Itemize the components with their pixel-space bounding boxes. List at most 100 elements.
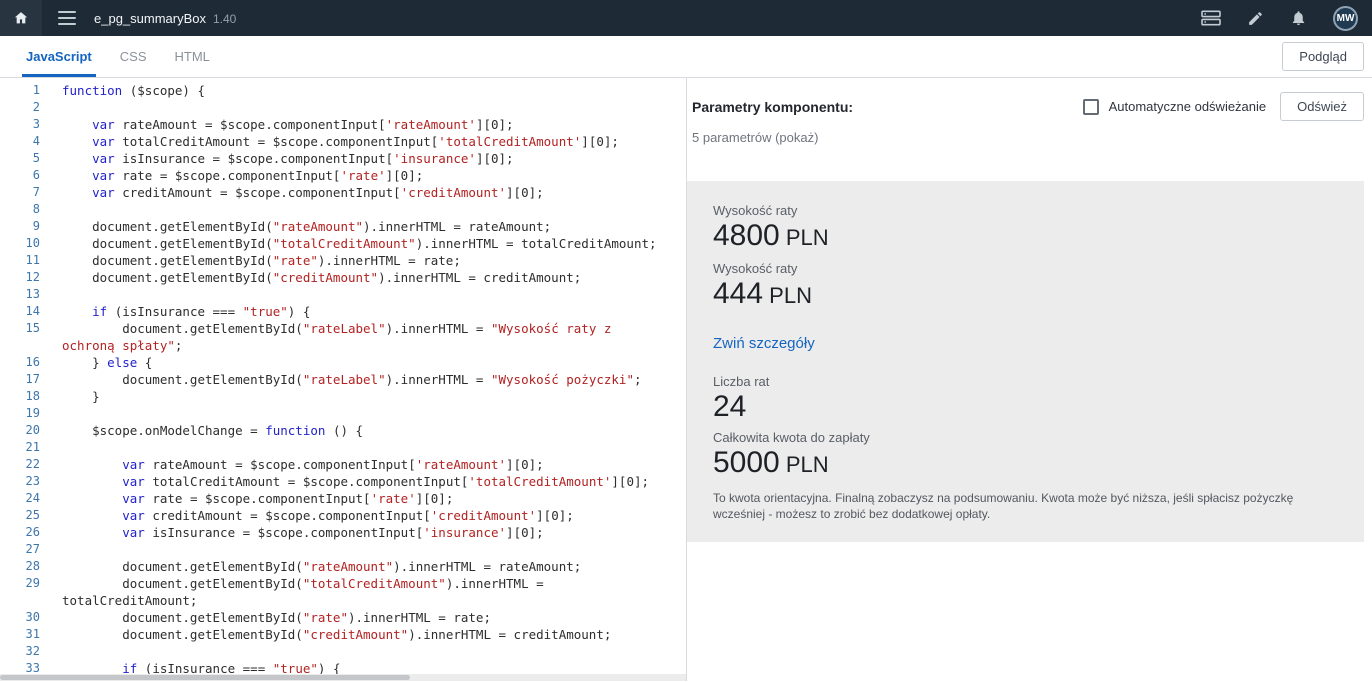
code-line[interactable]: 25 var creditAmount = $scope.componentIn… — [0, 507, 686, 524]
line-number — [0, 337, 40, 354]
code-line[interactable]: 3 var rateAmount = $scope.componentInput… — [0, 116, 686, 133]
tab-html[interactable]: HTML — [171, 36, 214, 77]
code-token: ][0]; — [506, 525, 544, 540]
code-token: ).innerHTML = — [386, 372, 491, 387]
code-line[interactable]: 9 document.getElementById("rateAmount").… — [0, 218, 686, 235]
code-text: var creditAmount = $scope.componentInput… — [40, 184, 544, 201]
summary-item-label: Całkowita kwota do zapłaty — [713, 430, 1338, 445]
code-token — [62, 525, 122, 540]
code-line[interactable]: 11 document.getElementById("rate").inner… — [0, 252, 686, 269]
code-line[interactable]: 10 document.getElementById("totalCreditA… — [0, 235, 686, 252]
summary-item-value: 444 PLN — [713, 277, 1338, 313]
code-line[interactable]: 7 var creditAmount = $scope.componentInp… — [0, 184, 686, 201]
line-number: 29 — [0, 575, 40, 592]
avatar[interactable]: MW — [1333, 6, 1358, 31]
code-token: ][0]; — [476, 151, 514, 166]
code-line[interactable]: 18 } — [0, 388, 686, 405]
tab-css[interactable]: CSS — [116, 36, 151, 77]
code-line[interactable]: 17 document.getElementById("rateLabel").… — [0, 371, 686, 388]
code-text: document.getElementById("totalCreditAmou… — [40, 575, 544, 592]
code-token: document.getElementById( — [62, 236, 273, 251]
code-token — [62, 491, 122, 506]
code-line[interactable]: 32 — [0, 643, 686, 660]
line-number: 7 — [0, 184, 40, 201]
scrollbar-thumb[interactable] — [0, 675, 410, 680]
code-token: ) { — [288, 304, 311, 319]
code-token: if — [92, 304, 107, 319]
code-line[interactable]: 8 — [0, 201, 686, 218]
code-text: } else { — [40, 354, 152, 371]
line-number: 17 — [0, 371, 40, 388]
horizontal-scrollbar[interactable] — [0, 674, 686, 681]
line-number: 15 — [0, 320, 40, 337]
code-line[interactable]: 6 var rate = $scope.componentInput['rate… — [0, 167, 686, 184]
code-token: ).innerHTML = rate; — [348, 610, 491, 625]
code-line[interactable]: 29 document.getElementById("totalCreditA… — [0, 575, 686, 592]
code-line[interactable]: 21 — [0, 439, 686, 456]
line-number: 19 — [0, 405, 40, 422]
home-button[interactable] — [0, 0, 42, 36]
code-token: "Wysokość pożyczki" — [491, 372, 634, 387]
code-token: var — [122, 491, 145, 506]
summary-item-value: 24 — [713, 390, 1338, 424]
summary-item-label: Liczba rat — [713, 374, 1338, 389]
auto-refresh-checkbox[interactable] — [1083, 99, 1099, 115]
code-line[interactable]: 23 var totalCreditAmount = $scope.compon… — [0, 473, 686, 490]
code-line[interactable]: 13 — [0, 286, 686, 303]
code-text — [40, 439, 62, 456]
line-number: 2 — [0, 99, 40, 116]
code-line[interactable]: 24 var rate = $scope.componentInput['rat… — [0, 490, 686, 507]
menu-button[interactable] — [58, 11, 76, 25]
code-token: document.getElementById( — [62, 270, 273, 285]
stack-icon[interactable] — [1201, 10, 1221, 26]
preview-button[interactable]: Podgląd — [1282, 42, 1364, 71]
code-text — [40, 405, 62, 422]
code-text: document.getElementById("totalCreditAmou… — [40, 235, 657, 252]
main-content: 1function ($scope) {23 var rateAmount = … — [0, 78, 1372, 681]
code-token: isInsurance = $scope.componentInput[ — [145, 525, 423, 540]
code-line[interactable]: totalCreditAmount; — [0, 592, 686, 609]
code-line[interactable]: 14 if (isInsurance === "true") { — [0, 303, 686, 320]
code-line[interactable]: 28 document.getElementById("rateAmount")… — [0, 558, 686, 575]
line-number: 25 — [0, 507, 40, 524]
code-text: if (isInsurance === "true") { — [40, 303, 310, 320]
code-line[interactable]: 16 } else { — [0, 354, 686, 371]
edit-icon[interactable] — [1247, 10, 1264, 27]
code-token: ][0]; — [416, 491, 454, 506]
params-header: Parametry komponentu: Automatyczne odświ… — [687, 78, 1372, 121]
code-text: document.getElementById("rateLabel").inn… — [40, 320, 611, 337]
tab-list: JavaScript CSS HTML — [22, 36, 234, 77]
code-line[interactable]: 27 — [0, 541, 686, 558]
code-line[interactable]: ochroną spłaty"; — [0, 337, 686, 354]
code-line[interactable]: 26 var isInsurance = $scope.componentInp… — [0, 524, 686, 541]
code-token: var — [92, 151, 115, 166]
refresh-button[interactable]: Odśwież — [1280, 92, 1364, 121]
code-line[interactable]: 20 $scope.onModelChange = function () { — [0, 422, 686, 439]
code-line[interactable]: 1function ($scope) { — [0, 82, 686, 99]
code-line[interactable]: 22 var rateAmount = $scope.componentInpu… — [0, 456, 686, 473]
code-token: ][0]; — [506, 457, 544, 472]
code-token: "creditAmount" — [303, 627, 408, 642]
params-count[interactable]: 5 parametrów (pokaż) — [687, 121, 1372, 145]
code-token: 'rate' — [340, 168, 385, 183]
line-number: 30 — [0, 609, 40, 626]
tab-javascript[interactable]: JavaScript — [22, 36, 96, 77]
code-editor[interactable]: 1function ($scope) {23 var rateAmount = … — [0, 78, 687, 681]
top-bar: e_pg_summaryBox 1.40 MW — [0, 0, 1372, 36]
code-line[interactable]: 2 — [0, 99, 686, 116]
line-number: 8 — [0, 201, 40, 218]
code-line[interactable]: 19 — [0, 405, 686, 422]
code-line[interactable]: 15 document.getElementById("rateLabel").… — [0, 320, 686, 337]
notifications-icon[interactable] — [1290, 9, 1307, 27]
line-number: 9 — [0, 218, 40, 235]
code-text: document.getElementById("rateLabel").inn… — [40, 371, 642, 388]
code-text — [40, 541, 62, 558]
code-line[interactable]: 12 document.getElementById("creditAmount… — [0, 269, 686, 286]
code-line[interactable]: 4 var totalCreditAmount = $scope.compone… — [0, 133, 686, 150]
code-token: document.getElementById( — [62, 559, 303, 574]
code-line[interactable]: 5 var isInsurance = $scope.componentInpu… — [0, 150, 686, 167]
code-line[interactable]: 30 document.getElementById("rate").inner… — [0, 609, 686, 626]
collapse-details-link[interactable]: Zwiń szczegóły — [713, 335, 815, 352]
code-line[interactable]: 31 document.getElementById("creditAmount… — [0, 626, 686, 643]
component-name: e_pg_summaryBox — [94, 11, 206, 26]
